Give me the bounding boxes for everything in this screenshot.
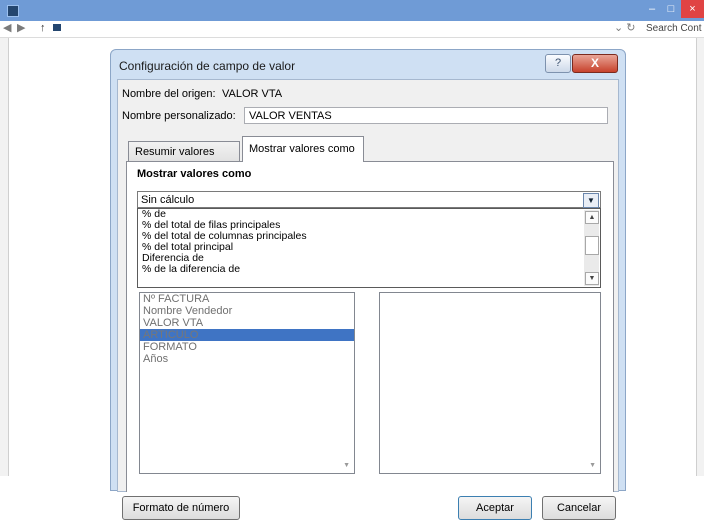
right-pane	[696, 38, 704, 476]
app-icon	[7, 5, 19, 17]
maximize-button[interactable]: □	[662, 0, 680, 18]
list-item[interactable]: Años	[140, 353, 354, 365]
scroll-down-icon[interactable]: ▼	[585, 272, 599, 285]
folder-icon	[52, 22, 62, 36]
number-format-button[interactable]: Formato de número	[122, 496, 240, 520]
cancel-button[interactable]: Cancelar	[542, 496, 616, 520]
tab-show-values-as[interactable]: Mostrar valores como	[242, 136, 364, 162]
window-close-button[interactable]: ×	[681, 0, 704, 18]
dialog-title: Configuración de campo de valor	[119, 59, 296, 73]
back-button[interactable]: ◀	[3, 22, 11, 35]
show-values-select[interactable]: Sin cálculo ▼	[137, 191, 601, 208]
address-input[interactable]	[94, 22, 634, 35]
dialog-close-button[interactable]: X	[572, 54, 618, 73]
ok-button[interactable]: Aceptar	[458, 496, 532, 520]
select-value: Sin cálculo	[141, 194, 195, 206]
dropdown-option[interactable]: % de la diferencia de	[138, 264, 600, 275]
scroll-down-icon[interactable]: ▼	[343, 462, 350, 469]
up-button[interactable]: ↑	[40, 22, 46, 35]
dropdown-option[interactable]: % del total principal	[138, 242, 600, 253]
value-field-settings-dialog: Configuración de campo de valor ? X Nomb…	[110, 49, 626, 520]
address-bar: ◀ ▶ ↑ ⌄ ↻ Search Cont... ⌕	[0, 21, 704, 38]
scroll-thumb[interactable]	[585, 236, 599, 255]
base-item-list[interactable]: ▼	[379, 292, 601, 474]
tab-panel: Mostrar valores como Sin cálculo ▼ % de …	[126, 161, 614, 492]
source-name-label: Nombre del origen:	[122, 88, 216, 100]
scroll-down-icon[interactable]: ▼	[589, 462, 596, 469]
custom-name-input[interactable]: VALOR VENTAS	[244, 107, 608, 124]
list-item[interactable]: FORMATO	[140, 341, 354, 353]
list-item-selected[interactable]: ARTICULO	[140, 329, 354, 341]
left-pane	[0, 38, 9, 476]
window-titlebar: – □ ×	[0, 0, 704, 21]
section-title: Mostrar valores como	[137, 168, 252, 180]
list-item[interactable]: Nº FACTURA	[140, 293, 354, 305]
help-button[interactable]: ?	[545, 54, 571, 73]
search-input[interactable]: Search Cont... ⌕	[646, 22, 702, 35]
base-field-list[interactable]: Nº FACTURA Nombre Vendedor VALOR VTA ART…	[139, 292, 355, 474]
dropdown-list: % de % del total de filas principales % …	[137, 208, 601, 288]
tab-summarize-values[interactable]: Resumir valores por	[128, 141, 240, 178]
chevron-down-icon[interactable]: ▼	[583, 193, 599, 208]
source-name-value: VALOR VTA	[222, 88, 283, 100]
refresh-button[interactable]: ⌄ ↻	[614, 22, 636, 35]
forward-button[interactable]: ▶	[17, 22, 25, 35]
list-item[interactable]: VALOR VTA	[140, 317, 354, 329]
scroll-up-icon[interactable]: ▲	[585, 211, 599, 224]
custom-name-label: Nombre personalizado:	[122, 110, 236, 122]
minimize-button[interactable]: –	[643, 0, 661, 18]
dialog-body: Nombre del origen: VALOR VTA Nombre pers…	[117, 79, 619, 520]
list-item[interactable]: Nombre Vendedor	[140, 305, 354, 317]
dropdown-scrollbar[interactable]: ▲ ▼	[584, 210, 599, 286]
